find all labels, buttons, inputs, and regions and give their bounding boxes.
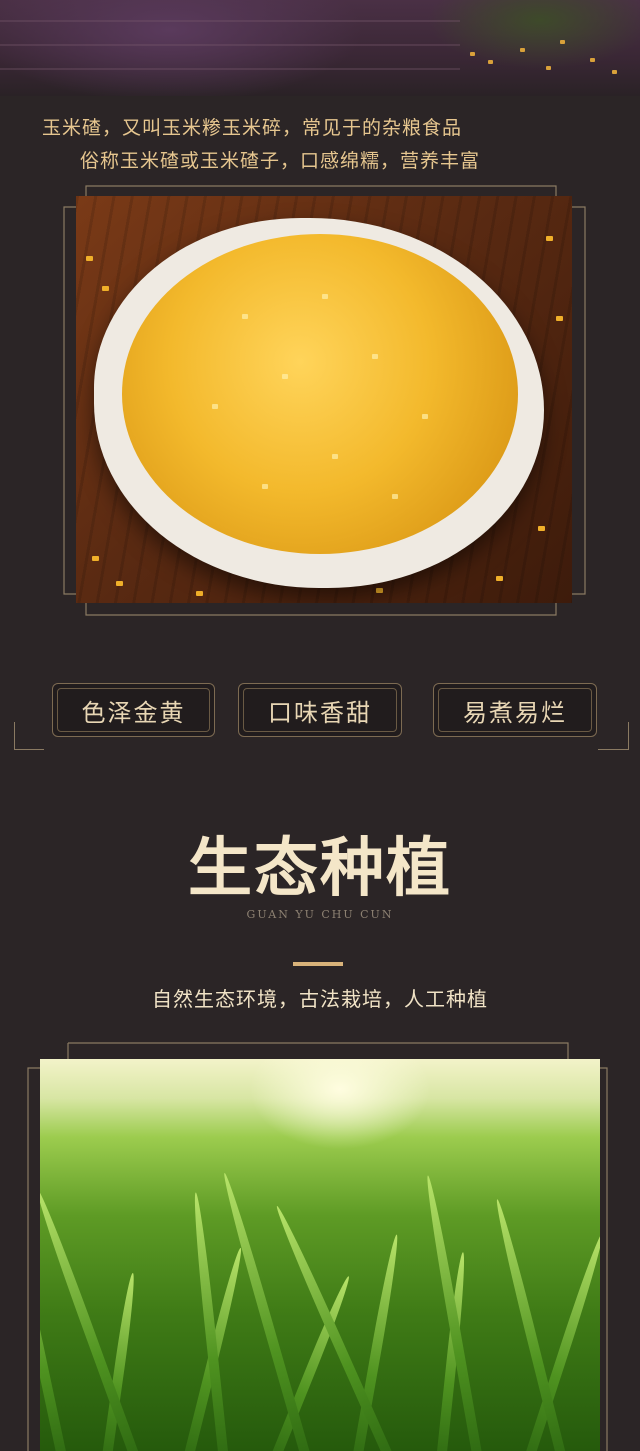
top-product-photo: [0, 0, 640, 96]
feature-line-right: [598, 749, 629, 750]
section-subtitle: GUAN YU CHU CUN: [246, 908, 394, 921]
intro-line-1: 玉米碴，又叫玉米糁玉米碎，常见于的杂粮食品: [42, 117, 463, 139]
corn-pile: [122, 234, 518, 554]
feature-pill-cooking: 易煮易烂: [433, 683, 597, 737]
feature-label: 易煮易烂: [438, 688, 592, 732]
corn-grits-photo: [76, 196, 572, 603]
feature-bracket-right: [628, 722, 629, 750]
feature-pill-color: 色泽金黄: [52, 683, 215, 737]
feature-label: 口味香甜: [243, 688, 397, 732]
section-description: 自然生态环境，古法栽培，人工种植: [152, 987, 488, 1011]
feature-bracket-left: [14, 722, 15, 750]
section-title: 生态种植: [188, 831, 452, 906]
section-divider: [293, 962, 343, 966]
feature-label: 色泽金黄: [57, 688, 210, 732]
feature-line-left: [14, 749, 44, 750]
intro-line-2: 俗称玉米碴或玉米碴子，口感绵糯，营养丰富: [80, 150, 481, 172]
feature-pill-taste: 口味香甜: [238, 683, 402, 737]
wheat-field-photo: [40, 1059, 600, 1451]
